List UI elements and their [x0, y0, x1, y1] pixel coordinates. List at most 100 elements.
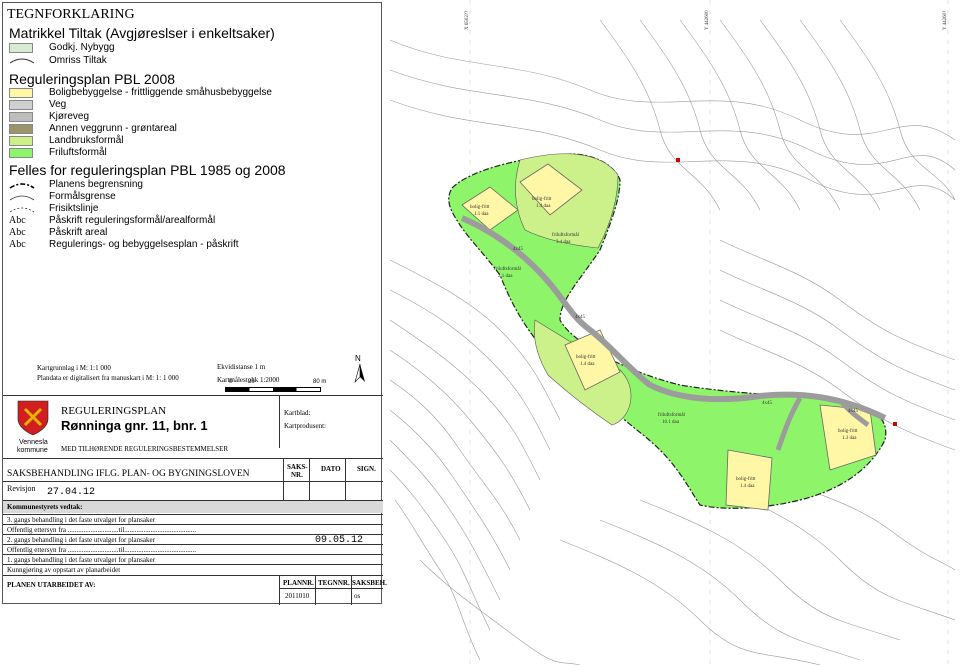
kommune-line-2: kommune: [17, 447, 48, 454]
row-ettersyn-2: Offentlig ettersyn fra .................…: [7, 546, 197, 554]
saksbeh-value: os: [354, 592, 361, 600]
fri-label-2: friluftsformål: [494, 266, 522, 272]
divider-r5: [3, 554, 383, 555]
plot-area-5: 1.4 daa: [740, 484, 755, 489]
legend-planens-begrensning: Planens begrensning: [49, 179, 143, 190]
foot-divider-1: [279, 575, 280, 605]
col-saks: SAKS-: [287, 463, 308, 471]
fri-label-1: friluftsformål: [552, 232, 580, 238]
grid-label-1: X 6502??: [465, 10, 470, 30]
col-sign: SIGN.: [357, 465, 376, 473]
legend-landbruk: Landbruksformål: [49, 135, 124, 146]
col-divider-2: [309, 458, 310, 500]
north-label: N: [355, 354, 361, 363]
ekvidistanse: Ekvidistanse 1 m: [217, 363, 266, 371]
road-label-1: 4x45: [513, 247, 524, 252]
grid-label-2: Y 442600: [705, 10, 710, 30]
fri-area-3: 10.1 daa: [662, 420, 680, 425]
plot-label-5: bolig-fritt: [736, 477, 756, 482]
foot-divider-2: [315, 575, 316, 605]
legend-panel: TEGNFORKLARING Matrikkel Tiltak (Avgjøre…: [2, 2, 387, 605]
formalsgrense-line-icon: [9, 195, 35, 201]
omriss-line-icon: [9, 58, 35, 64]
swatch-kjoreveg: [9, 112, 33, 122]
matrikkel-heading: Matrikkel Tiltak (Avgjøreslser i enkelts…: [9, 25, 275, 41]
plot-label-4: bolig-fritt: [838, 429, 858, 434]
legend-kjoreveg: Kjøreveg: [49, 111, 90, 122]
divider-r3: [3, 534, 383, 535]
north-arrow-icon: [354, 363, 365, 383]
bestemmelser-label: MED TILHØRENDE REGULERINGSBESTEMMELSER: [61, 445, 229, 453]
legend-veg: Veg: [49, 99, 67, 110]
saksbehandling-heading: SAKSBEHANDLING IFLG. PLAN- OG BYGNINGSLO…: [7, 469, 250, 479]
kommune-line-1: Vennesla: [19, 439, 48, 446]
divider-r7: [3, 575, 383, 576]
road-label-4: 4x45: [848, 409, 859, 414]
regplan-heading: Reguleringsplan PBL 2008: [9, 71, 176, 87]
row-2-gangs: 2. gangs behandling i det faste utvalget…: [7, 536, 155, 544]
road-label-2: 4x45: [575, 315, 586, 320]
tegnnr-label: TEGNNR.: [318, 579, 350, 587]
fri-area-1: 3.4 daa: [556, 240, 571, 245]
abc-symbol-1: Abc: [9, 215, 26, 226]
legend-paskrift-areal: Påskrift areal: [49, 227, 108, 238]
scale-mid: 20: [248, 379, 255, 385]
swatch-annen-veggrunn: [9, 124, 33, 134]
legend-godkj-nybygg: Godkj. Nybygg: [49, 42, 115, 53]
fri-area-2: 2.1 daa: [498, 274, 513, 279]
legend-omriss-tiltak: Omriss Tiltak: [49, 55, 107, 66]
divider-r6: [3, 564, 383, 565]
legend-formalsgrense: Formålsgrense: [49, 191, 116, 202]
plandata: Plandata er digitalisert fra manuskart i…: [37, 374, 179, 382]
contour-lines: [389, 19, 956, 665]
plot-label-1: bolig-fritt: [470, 205, 490, 210]
scale-bar: [225, 387, 321, 392]
vennesla-coat-of-arms-icon: [17, 400, 49, 436]
plot-area-3: 1.4 daa: [580, 362, 595, 367]
swatch-boligbebyggelse: [9, 88, 33, 98]
divider-r2: [3, 524, 383, 525]
road-label-3: 4x45: [762, 401, 773, 406]
kartprodusent-label: Kartprodusent:: [284, 422, 326, 430]
kartgrunnlag: Kartgrunnlag i M: 1:1 000: [37, 364, 111, 372]
red-markers: [676, 158, 897, 426]
legend-bebyggelsesplan: Regulerings- og bebyggelsesplan - påskri…: [49, 239, 239, 250]
divider-revisjon: [3, 481, 383, 482]
row-1-gangs: 1. gangs behandling i det faste utvalget…: [7, 556, 155, 564]
revisjon-date: 27.04.12: [47, 487, 96, 498]
legend-paskrift-formal: Påskrift reguleringsformål/arealformål: [49, 215, 216, 226]
legend-title: TEGNFORKLARING: [7, 7, 135, 22]
felles-heading: Felles for reguleringsplan PBL 1985 og 2…: [9, 162, 286, 178]
vedtak-label: Kommunestyrets vedtak:: [7, 503, 83, 511]
plan-name: Rønninga gnr. 11, bnr. 1: [61, 418, 208, 433]
col-divider-1: [283, 458, 284, 500]
boundary-line-icon: [9, 183, 35, 189]
plan-heading: REGULERINGSPLAN: [61, 405, 167, 417]
divider-r1: [3, 514, 383, 515]
col-dato: DATO: [321, 465, 341, 473]
swatch-friluft: [9, 148, 33, 158]
legend-friluft: Friluftsformål: [49, 147, 107, 158]
plot-label-3: bolig-fritt: [576, 355, 596, 360]
plot-label-2: bolig-fritt: [532, 197, 552, 202]
col-nr: NR.: [291, 471, 303, 479]
legend-boligbebyggelse: Boligbebyggelse - frittliggende småhusbe…: [49, 87, 272, 98]
fri-label-3: friluftsformål: [658, 412, 686, 418]
plot-area-1: 1.1 daa: [474, 212, 489, 217]
row-kunngjoring: Kunngjøring av oppstart av planarbeidet: [7, 566, 121, 574]
swatch-godkj-nybygg: [9, 43, 33, 53]
plannr-label: PLANNR.: [283, 579, 314, 587]
divider-saks: [3, 458, 383, 459]
frisiktslinje-line-icon: [9, 207, 35, 213]
foot-divider-h: [279, 588, 383, 589]
swatch-veg: [9, 100, 33, 110]
scale-end: 80 m: [313, 379, 327, 385]
utarbeidet-label: PLANEN UTARBEIDET AV:: [7, 581, 96, 589]
plot-area-2: 1.4 daa: [536, 204, 551, 209]
plannr-value: 2011010: [285, 592, 310, 600]
legend-annen-veggrunn: Annen veggrunn - grøntareal: [49, 123, 177, 134]
revisjon-label: Revisjon: [7, 484, 36, 493]
abc-symbol-3: Abc: [9, 239, 26, 250]
divider-r4: [3, 544, 383, 545]
scale-zero: 0: [229, 379, 233, 385]
